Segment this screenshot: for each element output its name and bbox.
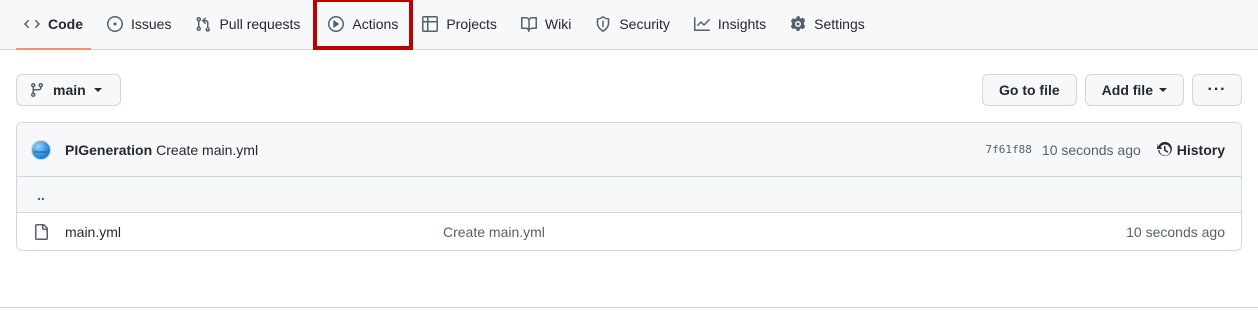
tab-issues-label: Issues — [131, 16, 172, 32]
avatar-text: httpcall — [34, 148, 47, 154]
tab-insights[interactable]: Insights — [686, 0, 774, 49]
file-toolbar: main Go to file Add file ··· — [16, 74, 1242, 106]
history-icon — [1156, 141, 1177, 158]
add-file-label: Add file — [1101, 82, 1153, 98]
shield-icon — [595, 16, 611, 32]
caret-down-icon — [1159, 88, 1167, 92]
tab-wiki[interactable]: Wiki — [513, 0, 579, 49]
tab-pull-requests[interactable]: Pull requests — [187, 0, 308, 49]
history-label: History — [1176, 141, 1225, 158]
git-branch-icon — [29, 82, 45, 98]
issue-opened-icon — [107, 16, 123, 32]
tab-actions-label: Actions — [352, 16, 399, 32]
commit-message-link[interactable]: Create main.yml — [156, 142, 258, 158]
tab-settings[interactable]: Settings — [782, 0, 873, 49]
file-commit-link[interactable]: Create main.yml — [443, 224, 1126, 240]
file-name-link[interactable]: main.yml — [65, 224, 443, 240]
book-icon — [520, 16, 537, 32]
code-icon — [24, 16, 40, 32]
commit-sha-link[interactable]: 7f61f88 — [986, 143, 1032, 156]
gear-icon — [790, 16, 806, 32]
table-icon — [422, 16, 439, 32]
tab-projects[interactable]: Projects — [414, 0, 505, 49]
play-icon — [328, 16, 345, 32]
tab-security-label: Security — [619, 16, 670, 32]
tab-insights-label: Insights — [717, 16, 767, 32]
repo-nav: Code Issues Pull requests Actions Projec… — [0, 0, 1258, 50]
commit-author-link[interactable]: PIGeneration — [65, 142, 152, 158]
file-time: 10 seconds ago — [1126, 223, 1225, 240]
kebab-horizontal-icon: ··· — [1207, 81, 1227, 98]
tab-code[interactable]: Code — [16, 0, 91, 50]
add-file-button[interactable]: Add file — [1084, 74, 1184, 106]
more-options-button[interactable]: ··· — [1192, 74, 1242, 106]
graph-icon — [693, 16, 710, 32]
repo-content: main Go to file Add file ··· httpcall PI… — [0, 50, 1258, 308]
tab-projects-label: Projects — [446, 16, 497, 32]
caret-down-icon — [93, 88, 102, 92]
file-icon — [33, 223, 49, 240]
parent-directory-link[interactable]: .. — [17, 177, 1241, 213]
list-item: main.yml Create main.yml 10 seconds ago — [17, 213, 1241, 250]
tab-code-label: Code — [48, 16, 83, 32]
tab-pull-requests-label: Pull requests — [219, 16, 301, 32]
footer-divider — [0, 307, 1258, 308]
branch-name: main — [53, 82, 86, 98]
tab-security[interactable]: Security — [587, 0, 678, 49]
file-list-box: httpcall PIGeneration Create main.yml 7f… — [16, 122, 1242, 251]
branch-selector-button[interactable]: main — [16, 74, 121, 106]
git-pull-request-icon — [195, 16, 211, 32]
latest-commit-row: httpcall PIGeneration Create main.yml 7f… — [17, 123, 1241, 177]
go-to-file-button[interactable]: Go to file — [981, 74, 1077, 106]
history-link[interactable]: History — [1156, 141, 1225, 158]
tab-wiki-label: Wiki — [544, 16, 572, 32]
avatar[interactable]: httpcall — [31, 139, 51, 160]
commit-time: 10 seconds ago — [1041, 141, 1141, 158]
tab-settings-label: Settings — [814, 16, 865, 32]
tab-issues[interactable]: Issues — [99, 0, 179, 49]
tab-actions[interactable]: Actions — [313, 0, 414, 50]
